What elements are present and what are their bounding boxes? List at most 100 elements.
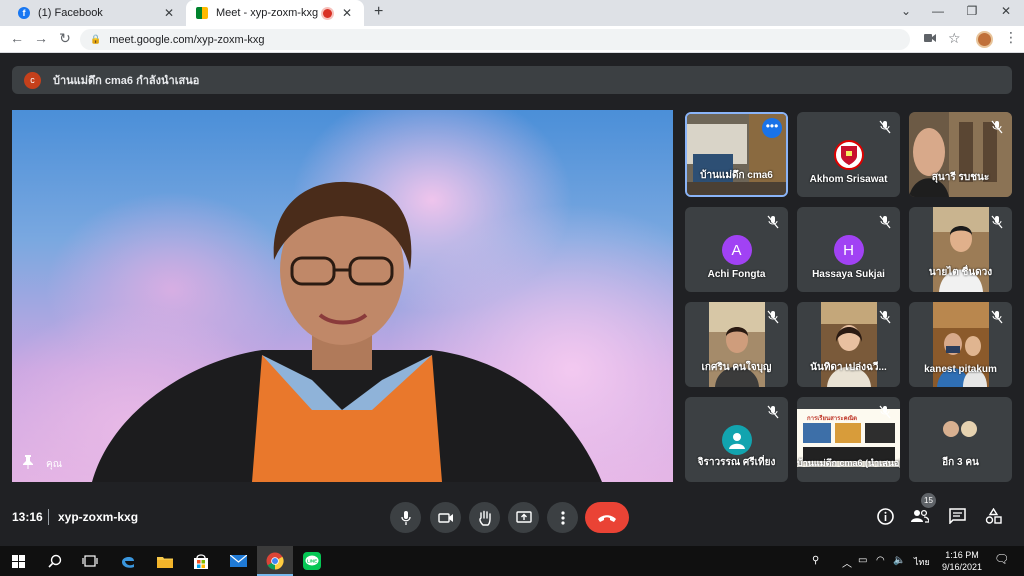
people-tray-icon[interactable]: ⚲ (812, 555, 819, 566)
reload-icon[interactable]: ↻ (56, 30, 74, 47)
participant-name: จิราวรรณ ศรีเที่ยง (697, 457, 776, 468)
clock-time: 1:16 PM (945, 550, 979, 560)
line-app-icon[interactable]: LINE (302, 551, 322, 571)
presenting-text: บ้านแม่ดึก cma6 กำลังนำเสนอ (53, 75, 200, 87)
participant-tile[interactable]: สุนารี รบชนะ (909, 112, 1012, 197)
people-button[interactable] (910, 506, 930, 526)
participant-tile[interactable]: A Achi Fongta (685, 207, 788, 292)
default-person-avatar-icon (721, 425, 752, 455)
tab-close-icon[interactable]: ✕ (340, 6, 354, 20)
end-call-button[interactable] (585, 502, 629, 533)
browser-tab-strip: f (1) Facebook ✕ Meet - xyp-zoxm-kxg ✕ +… (0, 0, 1024, 26)
url-text: meet.google.com/xyp-zoxm-kxg (109, 33, 265, 46)
browser-toolbar: ← → ↻ 🔒 meet.google.com/xyp-zoxm-kxg ☆ ⋮ (0, 26, 1024, 53)
new-tab-button[interactable]: + (374, 3, 383, 21)
participant-thumb (959, 419, 979, 439)
mic-off-icon (878, 215, 892, 229)
show-hidden-icons[interactable]: ︿ (842, 555, 852, 570)
browser-menu-icon[interactable]: ⋮ (1004, 29, 1018, 46)
tab-close-icon[interactable]: ✕ (162, 6, 176, 20)
back-icon[interactable]: ← (8, 30, 26, 46)
tab-search-icon[interactable]: ⌄ (896, 4, 916, 18)
participant-name: นันทิดา เปล่งฉวี... (810, 362, 887, 373)
more-options-icon[interactable]: ••• (762, 118, 782, 138)
screen-title: การเรียนสาระคณิต (807, 416, 858, 422)
activities-button[interactable] (983, 506, 1003, 526)
forward-icon[interactable]: → (32, 30, 50, 46)
facebook-icon: f (18, 7, 30, 19)
main-video-tile[interactable]: คุณ (12, 110, 673, 482)
camera-button[interactable] (430, 502, 461, 533)
more-participants-label: อีก 3 คน (942, 457, 979, 468)
participant-tile[interactable]: นายไต ชื่นดวง (909, 207, 1012, 292)
present-screen-button[interactable] (508, 502, 539, 533)
svg-text:LINE: LINE (307, 559, 317, 564)
address-bar[interactable]: 🔒 meet.google.com/xyp-zoxm-kxg (80, 29, 910, 50)
participant-tile[interactable]: H Hassaya Sukjai (797, 207, 900, 292)
pin-icon[interactable] (22, 455, 34, 472)
more-participants-tile[interactable]: อีก 3 คน (909, 397, 1012, 482)
battery-icon[interactable]: ▭ (858, 555, 867, 566)
participant-tile-presentation[interactable]: การเรียนสาระคณิต บ้านแม่ดึก cma6 (นำเสนอ… (797, 397, 900, 482)
chat-icon (948, 508, 966, 524)
meeting-code: xyp-zoxm-kxg (58, 510, 139, 524)
hang-up-icon (598, 514, 616, 522)
mic-off-icon (878, 405, 892, 419)
more-options-button[interactable] (547, 502, 578, 533)
people-icon (911, 509, 929, 523)
meeting-controls-bar: 13:16 xyp-zoxm-kxg 15 (0, 493, 1024, 538)
participant-tile[interactable]: นันทิดา เปล่งฉวี... (797, 302, 900, 387)
mic-off-icon (990, 310, 1004, 324)
microphone-button[interactable] (390, 502, 421, 533)
lock-icon[interactable]: 🔒 (90, 34, 101, 45)
participant-tile[interactable]: จิราวรรณ ศรีเที่ยง (685, 397, 788, 482)
participant-name: บ้านแม่ดึก cma6 (นำเสนอ) (797, 458, 900, 468)
mic-off-icon (990, 215, 1004, 229)
mic-off-icon (990, 120, 1004, 134)
edge-icon[interactable] (118, 551, 138, 571)
chrome-icon[interactable] (265, 551, 285, 571)
raise-hand-button[interactable] (469, 502, 500, 533)
minimize-button[interactable]: — (928, 4, 948, 18)
volume-icon[interactable]: 🔈 (893, 555, 905, 566)
task-view-icon[interactable] (80, 551, 100, 571)
hand-icon (478, 510, 491, 526)
chat-button[interactable] (947, 506, 967, 526)
windows-start-icon[interactable] (8, 551, 28, 571)
mail-icon[interactable] (228, 551, 248, 571)
tab-facebook[interactable]: f (1) Facebook ✕ (8, 0, 186, 26)
file-explorer-icon[interactable] (155, 551, 175, 571)
recording-icon (323, 8, 332, 18)
notifications-icon[interactable]: 🗨 (994, 552, 1009, 566)
store-icon[interactable] (191, 551, 211, 571)
participant-thumb (941, 419, 961, 439)
participant-name: สุนารี รบชนะ (931, 172, 990, 183)
camera-icon (437, 512, 453, 523)
microphone-icon (400, 510, 411, 525)
mic-off-icon (878, 310, 892, 324)
clock-date: 9/16/2021 (942, 562, 983, 572)
bookmark-star-icon[interactable]: ☆ (948, 30, 961, 47)
participant-tile[interactable]: เกศริน คนใจบุญ (685, 302, 788, 387)
meeting-info-button[interactable] (875, 506, 895, 526)
system-clock[interactable]: 1:16 PM 9/16/2021 (942, 549, 982, 573)
mic-off-icon (878, 120, 892, 134)
participant-name: เกศริน คนใจบุญ (701, 362, 772, 373)
search-icon[interactable] (45, 551, 65, 571)
participant-name: Akhom Srisawat (809, 174, 888, 185)
network-icon[interactable]: ◠ (876, 555, 885, 566)
participant-tile[interactable]: Akhom Srisawat (797, 112, 900, 197)
participant-name: Hassaya Sukjai (812, 269, 885, 280)
profile-avatar[interactable] (976, 31, 993, 48)
input-language[interactable]: ไทย (914, 555, 930, 569)
self-label: คุณ (46, 459, 62, 470)
participant-tile[interactable]: kanest pitakum (909, 302, 1012, 387)
restore-button[interactable]: ❐ (962, 4, 982, 18)
participant-name: นายไต ชื่นดวง (928, 267, 993, 278)
close-window-button[interactable]: ✕ (996, 4, 1016, 18)
participant-name: บ้านแม่ดึก cma6 (700, 170, 773, 181)
tab-meet[interactable]: Meet - xyp-zoxm-kxg ✕ (186, 0, 364, 26)
mic-off-icon (766, 405, 780, 419)
camera-indicator-icon[interactable] (924, 32, 936, 46)
participant-tile[interactable]: ••• บ้านแม่ดึก cma6 (685, 112, 788, 197)
